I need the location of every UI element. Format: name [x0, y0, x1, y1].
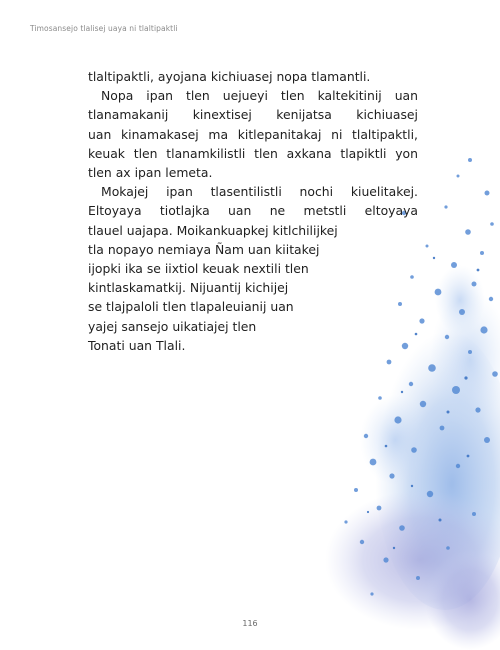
text-line: tlauel uajapa. Moikankuapkej kitlchilijk…: [88, 222, 338, 238]
text-line: ijopki ika se iixtiol keuak nextili tlen: [88, 261, 309, 277]
text-line: yajej sansejo uikatiajej tlen: [88, 318, 257, 334]
body-text: tlaltipaktli, ayojana kichiuasej nopa tl…: [88, 67, 418, 355]
text-line: Tonati uan Tlali.: [88, 337, 186, 353]
text-line: uan kinamakasej ma kitlepanitakaj ni tla…: [88, 126, 418, 142]
text-line: tlanamakanij kinextisej kenijatsa kichiu…: [88, 107, 418, 123]
running-header: Timosansejo tlalisej uaya ni tlaltipaktl…: [30, 24, 178, 33]
text-line: tla nopayo nemiaya Ñam uan kiitakej: [88, 241, 320, 257]
text-line: tlaltipaktli, ayojana kichiuasej nopa tl…: [88, 69, 371, 84]
page-number: 116: [242, 619, 258, 628]
text-line: Eltoyaya tiotlajka uan ne metstli eltoya…: [88, 203, 418, 219]
text-line: keuak tlen tlanamkilistli tlen axkana tl…: [88, 145, 418, 161]
text-line: Mokajej ipan tlasentilistli nochi kiueli…: [101, 184, 418, 200]
text-line: se tlajpaloli tlen tlapaleuianij uan: [88, 299, 294, 315]
text-line: kintlaskamatkij. Nijuantij kichijej: [88, 280, 289, 296]
text-line: Nopa ipan tlen uejueyi tlen kaltekitinij…: [101, 88, 418, 104]
text-line: tlen ax ipan lemeta.: [88, 165, 213, 181]
